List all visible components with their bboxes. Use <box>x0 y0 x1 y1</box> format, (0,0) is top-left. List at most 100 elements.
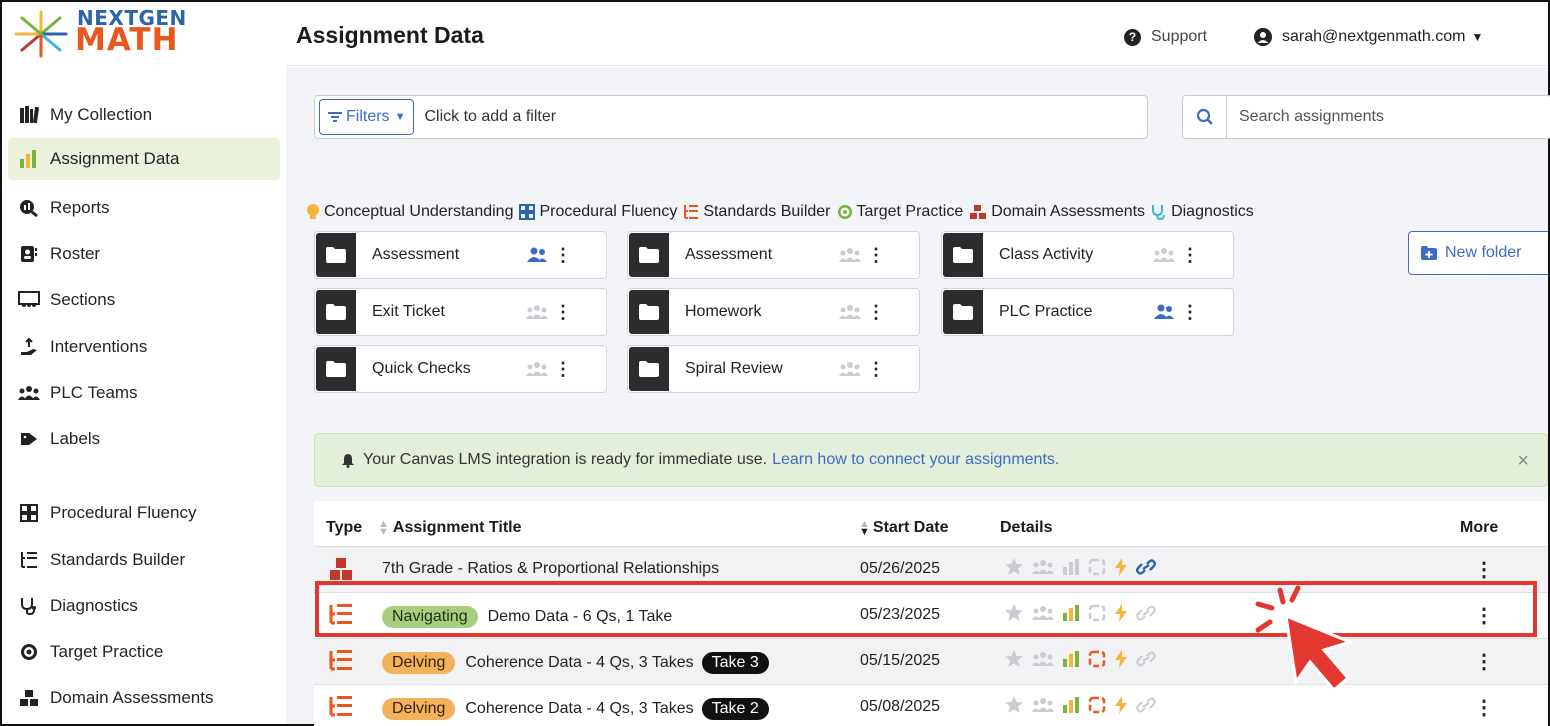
folder-icon <box>629 290 669 334</box>
sidebar-item-plc-teams[interactable]: PLC Teams <box>8 372 280 414</box>
people-group-icon[interactable] <box>1149 247 1179 263</box>
row-more-icon[interactable]: ⋮ <box>1474 695 1494 720</box>
close-icon[interactable]: × <box>1517 450 1529 473</box>
cubes-icon <box>969 204 987 220</box>
type-legend: Conceptual Understanding Procedural Flue… <box>306 203 1260 221</box>
column-header-label: Start Date <box>872 519 949 536</box>
folder-more-icon[interactable]: ⋮ <box>552 245 574 266</box>
folder-card[interactable]: Assessment ⋮ <box>314 231 607 279</box>
sidebar-item-labels[interactable]: Labels <box>8 418 280 460</box>
search-box <box>1182 95 1550 139</box>
people-group-icon[interactable] <box>1032 651 1054 667</box>
folder-card[interactable]: Homework ⋮ <box>627 288 920 336</box>
table-row[interactable]: Delving Coherence Data - 4 Qs, 3 Takes T… <box>314 684 1548 726</box>
shared-users-icon[interactable] <box>1149 304 1179 320</box>
logo[interactable]: NEXTGEN MATH <box>12 4 282 66</box>
folder-more-icon[interactable]: ⋮ <box>1179 302 1201 323</box>
people-group-icon[interactable] <box>1032 559 1054 575</box>
folder-card[interactable]: Assessment ⋮ <box>627 231 920 279</box>
folder-more-icon[interactable]: ⋮ <box>1179 245 1201 266</box>
folder-more-icon[interactable]: ⋮ <box>552 302 574 323</box>
link-icon[interactable] <box>1136 696 1156 714</box>
folder-icon <box>316 347 356 391</box>
bar-chart-icon[interactable] <box>1062 650 1080 667</box>
sync-icon[interactable] <box>1088 696 1106 714</box>
people-group-icon[interactable] <box>522 304 552 320</box>
user-email: sarah@nextgenmath.com <box>1282 28 1466 45</box>
support-link[interactable]: ? Support <box>1124 28 1207 46</box>
sidebar-item-interventions[interactable]: Interventions <box>8 326 280 368</box>
table-row[interactable]: Delving Coherence Data - 4 Qs, 3 Takes T… <box>314 638 1548 684</box>
people-group-icon[interactable] <box>835 361 865 377</box>
title-text: Coherence Data - 4 Qs, 3 Takes <box>465 654 694 671</box>
folder-more-icon[interactable]: ⋮ <box>865 302 887 323</box>
folder-more-icon[interactable]: ⋮ <box>865 359 887 380</box>
legend-label: Diagnostics <box>1171 203 1254 220</box>
legend-label: Domain Assessments <box>991 203 1146 220</box>
sidebar-item-target-practice[interactable]: Target Practice <box>8 631 280 673</box>
assignment-title[interactable]: 7th Grade - Ratios & Proportional Relati… <box>382 560 719 578</box>
folder-icon <box>316 290 356 334</box>
sidebar-item-standards-builder[interactable]: Standards Builder <box>8 539 280 581</box>
legend-item: Procedural Fluency <box>519 203 677 221</box>
row-more-icon[interactable]: ⋮ <box>1474 557 1494 582</box>
bar-chart-icon[interactable] <box>1062 558 1080 575</box>
sidebar-item-domain-assessments[interactable]: Domain Assessments <box>8 677 280 719</box>
people-group-icon[interactable] <box>835 304 865 320</box>
sidebar-item-label: Target Practice <box>50 642 164 661</box>
link-icon[interactable] <box>1136 558 1156 576</box>
search-input[interactable] <box>1227 108 1527 126</box>
canvas-integration-alert: Your Canvas LMS integration is ready for… <box>314 433 1548 487</box>
sidebar-item-diagnostics[interactable]: Diagnostics <box>8 585 280 627</box>
sidebar-item-procedural-fluency[interactable]: Procedural Fluency <box>8 492 280 534</box>
user-menu[interactable]: sarah@nextgenmath.com ▼ <box>1254 28 1483 46</box>
lightning-icon[interactable] <box>1114 695 1128 714</box>
column-header-title[interactable]: ▲ ▼ Assignment Title <box>378 519 522 538</box>
assignment-title[interactable]: Delving Coherence Data - 4 Qs, 3 Takes T… <box>382 698 769 720</box>
assignment-title[interactable]: Delving Coherence Data - 4 Qs, 3 Takes T… <box>382 652 769 674</box>
level-badge: Delving <box>382 652 456 674</box>
details-icons <box>1004 649 1164 668</box>
column-header-type[interactable]: Type <box>326 519 362 537</box>
row-more-icon[interactable]: ⋮ <box>1474 649 1494 674</box>
folder-card[interactable]: Quick Checks ⋮ <box>314 345 607 393</box>
people-group-icon[interactable] <box>1032 697 1054 713</box>
sync-icon[interactable] <box>1088 558 1106 576</box>
folder-card[interactable]: Spiral Review ⋮ <box>627 345 920 393</box>
shared-users-icon[interactable] <box>522 247 552 263</box>
filter-input[interactable]: Click to add a filter <box>424 108 556 126</box>
link-icon[interactable] <box>1136 650 1156 668</box>
star-icon[interactable] <box>1004 695 1024 714</box>
folder-more-icon[interactable]: ⋮ <box>552 359 574 380</box>
folder-card[interactable]: PLC Practice ⋮ <box>941 288 1234 336</box>
bar-chart-icon[interactable] <box>1062 696 1080 713</box>
sidebar-item-assignment-data[interactable]: Assignment Data <box>8 138 280 180</box>
folder-label: PLC Practice <box>999 303 1093 320</box>
folder-card[interactable]: Class Activity ⋮ <box>941 231 1234 279</box>
folder-card[interactable]: Exit Ticket ⋮ <box>314 288 607 336</box>
tag-icon <box>18 429 40 449</box>
start-date: 05/26/2025 <box>860 560 941 577</box>
star-icon[interactable] <box>1004 557 1024 576</box>
alert-link[interactable]: Learn how to connect your assignments. <box>772 451 1059 469</box>
folder-icon <box>316 233 356 277</box>
sidebar-item-reports[interactable]: Reports <box>8 187 280 229</box>
new-folder-button[interactable]: New folder <box>1408 231 1548 275</box>
sidebar-item-sections[interactable]: Sections <box>8 279 280 321</box>
search-button[interactable] <box>1183 95 1227 139</box>
sidebar-item-label: Reports <box>50 198 110 217</box>
people-group-icon[interactable] <box>835 247 865 263</box>
sidebar-item-label: Assignment Data <box>50 149 180 168</box>
folder-more-icon[interactable]: ⋮ <box>865 245 887 266</box>
legend-label: Procedural Fluency <box>539 203 678 220</box>
filters-button[interactable]: Filters ▼ <box>319 99 415 135</box>
lightning-icon[interactable] <box>1114 557 1128 576</box>
sidebar-item-roster[interactable]: Roster <box>8 233 280 275</box>
sync-icon[interactable] <box>1088 650 1106 668</box>
lightning-icon[interactable] <box>1114 649 1128 668</box>
column-header-details: Details <box>1000 519 1053 536</box>
people-group-icon[interactable] <box>522 361 552 377</box>
sidebar-item-my-collection[interactable]: My Collection <box>8 94 280 136</box>
column-header-start-date[interactable]: ▲ ▼ Start Date <box>859 519 949 538</box>
star-icon[interactable] <box>1004 649 1024 668</box>
